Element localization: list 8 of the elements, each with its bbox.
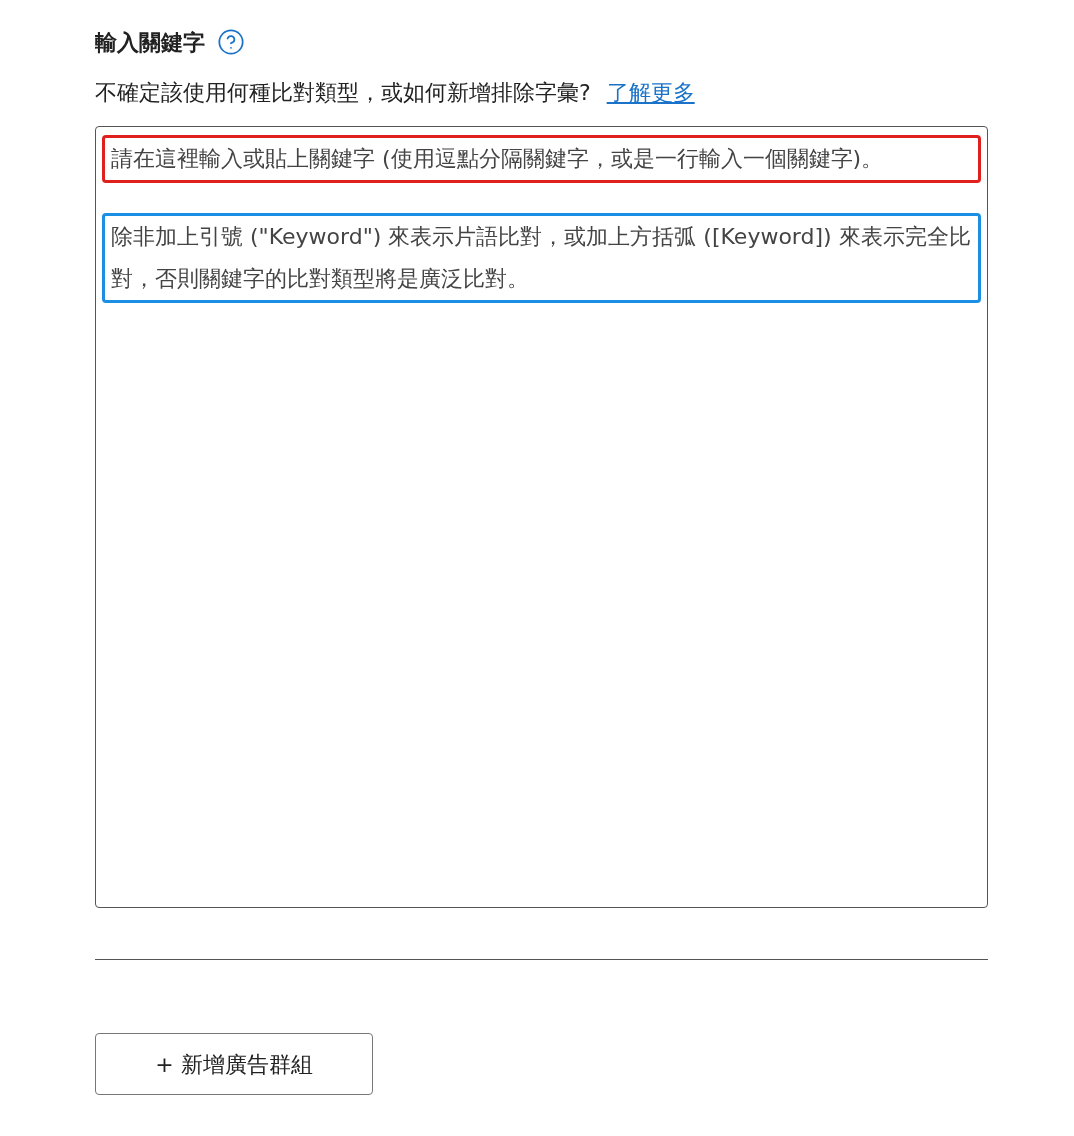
keyword-field[interactable]: 請在這裡輸入或貼上關鍵字 (使用逗點分隔關鍵字，或是一行輸入一個關鍵字)。 除非加上引號 ("Keyword") 來表示片語比對，或加上方括弧 ([Keyword]) 來表示完全比對，否則關鍵字的比對類型將是廣泛比對。	[95, 126, 988, 908]
add-ad-group-button[interactable]: + 新增廣告群組	[95, 1033, 373, 1095]
hint-text: 不確定該使用何種比對類型，或如何新增排除字彙?	[95, 78, 591, 107]
learn-more-link[interactable]: 了解更多	[606, 75, 695, 109]
section-title: 輸入關鍵字	[95, 28, 205, 57]
placeholder-text: 除非加上引號 ("Keyword") 來表示片語比對，或加上方括弧 ([Keyword]) 來表示完全比對，否則關鍵字的比對類型將是廣泛比對。	[102, 213, 981, 303]
placeholder-text: 請在這裡輸入或貼上關鍵字 (使用逗點分隔關鍵字，或是一行輸入一個關鍵字)。	[102, 135, 981, 183]
help-icon[interactable]	[217, 28, 245, 56]
